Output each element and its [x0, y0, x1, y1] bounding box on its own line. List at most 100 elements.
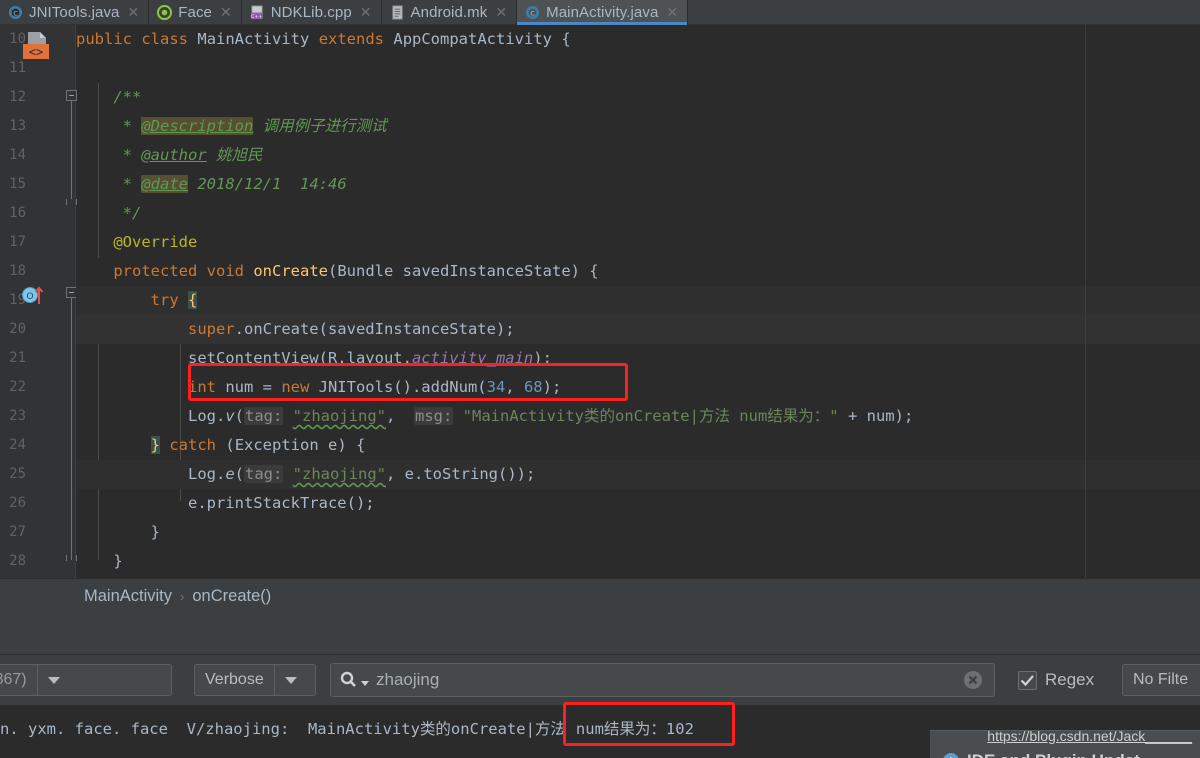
line-number: 22: [9, 379, 26, 395]
editor-tab-bar: C JNITools.java ✕ Face ✕ C++ NDKLib.cpp …: [0, 0, 1200, 25]
code-line-14: * @author 姚旭民: [76, 146, 263, 164]
tab-label: Face: [178, 4, 212, 21]
process-selector-arrow[interactable]: [36, 665, 71, 695]
javadoc-author-value: 姚旭民: [216, 146, 263, 164]
javadoc-date-tag: @date: [141, 175, 188, 193]
svg-text:C++: C++: [251, 14, 262, 20]
process-selector-label: ce.face(7867): [0, 671, 37, 689]
tab-label: Android.mk: [410, 4, 488, 21]
code-line-27: }: [76, 523, 160, 541]
kotlin-class-icon: [157, 5, 173, 20]
close-icon[interactable]: ✕: [360, 6, 372, 20]
code-line-25: Log.e(tag: "zhaojing", e.toString());: [76, 465, 536, 483]
regex-checkbox[interactable]: [1018, 670, 1037, 690]
log-level-label: Verbose: [205, 671, 264, 688]
line-number: 15: [9, 176, 26, 192]
code-line-20: super.onCreate(savedInstanceState);: [187, 320, 515, 338]
code-line-12: /**: [76, 88, 142, 106]
logcat-line-prefix: n. yxm. face. face V/zhaojing: MainActiv…: [0, 720, 566, 738]
line-number: 17: [9, 234, 26, 250]
javadoc-author-tag: @author: [141, 146, 207, 164]
regex-toggle[interactable]: Regex: [1018, 670, 1094, 690]
code-line-23: Log.v(tag: "zhaojing", msg: "MainActivit…: [76, 407, 914, 425]
breadcrumb-item-method[interactable]: onCreate(): [192, 587, 271, 606]
svg-text:C: C: [530, 9, 535, 17]
close-icon[interactable]: ✕: [220, 6, 232, 20]
code-line-26: e.printStackTrace();: [76, 494, 375, 512]
tab-mainactivity-java[interactable]: C MainActivity.java ✕: [517, 0, 689, 25]
makefile-icon: [391, 5, 403, 20]
code-line-13: * @Description 调用例子进行测试: [76, 117, 387, 135]
code-line-18: protected void onCreate(Bundle savedInst…: [113, 262, 599, 280]
line-number: 25: [9, 466, 26, 482]
chevron-down-icon: [48, 676, 61, 684]
code-line-17: @Override: [113, 233, 198, 251]
tab-face[interactable]: Face ✕: [149, 0, 242, 25]
filter-selector[interactable]: No Filte: [1122, 664, 1200, 696]
logcat-toolbar: ce.face(7867) Verbose zhaojing: [0, 655, 1200, 705]
clear-circle-icon[interactable]: [962, 669, 984, 691]
code-line-24: } catch (Exception e) {: [150, 436, 366, 454]
filter-selector-label: No Filte: [1133, 671, 1189, 688]
javadoc-description-tag: @Description: [141, 117, 254, 135]
java-class-icon: C: [526, 5, 540, 20]
close-icon[interactable]: ✕: [666, 6, 678, 20]
javadoc-date-value: 2018/12/1 14:46: [197, 175, 347, 193]
panel-splitter[interactable]: [0, 614, 1200, 655]
override-method-icon[interactable]: O: [22, 284, 48, 306]
line-number: 23: [9, 408, 26, 424]
android-studio-window: C JNITools.java ✕ Face ✕ C++ NDKLib.cpp …: [0, 0, 1200, 758]
breadcrumb-item-class[interactable]: MainActivity: [84, 587, 172, 606]
breadcrumb: MainActivity › onCreate(): [0, 578, 1200, 614]
code-line-16: */: [76, 204, 142, 222]
tab-android-mk[interactable]: Android.mk ✕: [382, 0, 518, 25]
tab-ndklib-cpp[interactable]: C++ NDKLib.cpp ✕: [242, 0, 382, 25]
tab-label: JNITools.java: [29, 4, 120, 21]
log-level-arrow[interactable]: [273, 665, 308, 695]
tab-label: NDKLib.cpp: [270, 4, 352, 21]
info-icon: i: [943, 753, 959, 758]
line-number: 26: [9, 495, 26, 511]
notification-text: IDE and Plugin Updat: [967, 751, 1140, 758]
search-input-value[interactable]: zhaojing: [376, 670, 439, 690]
process-selector[interactable]: ce.face(7867): [0, 664, 172, 696]
svg-text:C: C: [13, 9, 18, 17]
cpp-file-icon: C++: [250, 5, 263, 20]
code-text-area[interactable]: public class MainActivity extends AppCom…: [76, 25, 1200, 578]
log-level-selector[interactable]: Verbose: [194, 664, 316, 696]
code-line-10: public class MainActivity extends AppCom…: [76, 30, 571, 48]
native-method-icon[interactable]: <>: [22, 31, 58, 62]
code-line-15: * @date 2018/12/1 14:46: [76, 175, 347, 193]
chevron-down-icon: [285, 676, 298, 684]
line-number: 20: [9, 321, 26, 337]
chevron-down-icon[interactable]: [361, 680, 369, 686]
logcat-search-field[interactable]: zhaojing: [330, 663, 995, 697]
tab-label: MainActivity.java: [546, 4, 659, 21]
search-icon[interactable]: [339, 670, 359, 690]
close-icon[interactable]: ✕: [128, 6, 140, 20]
regex-label: Regex: [1045, 670, 1095, 689]
fold-region-line: [71, 101, 72, 199]
line-number: 21: [9, 350, 26, 366]
svg-text:<>: <>: [29, 45, 43, 59]
line-number: 27: [9, 524, 26, 540]
check-icon: [1020, 674, 1034, 686]
process-pid: (7867): [0, 671, 27, 688]
line-number: 24: [9, 437, 26, 453]
tab-jnitools-java[interactable]: C JNITools.java ✕: [0, 0, 150, 25]
close-icon[interactable]: ✕: [495, 6, 507, 20]
line-number: 13: [9, 118, 26, 134]
right-margin-guide: [1085, 25, 1086, 578]
code-editor[interactable]: 10 11 12 13 14 15 16 17 18 19 20 21 22 2…: [0, 25, 1200, 578]
chevron-right-icon: ›: [180, 589, 185, 604]
line-number: 18: [9, 263, 26, 279]
javadoc-description-value: 调用例子进行测试: [262, 117, 387, 135]
line-number: 16: [9, 205, 26, 221]
annotation-box-code: [188, 363, 628, 401]
svg-text:O: O: [26, 292, 33, 302]
annotation-box-log: [563, 702, 735, 746]
code-line-28: }: [76, 552, 123, 570]
line-number: 12: [9, 89, 26, 105]
line-number: 14: [9, 147, 26, 163]
